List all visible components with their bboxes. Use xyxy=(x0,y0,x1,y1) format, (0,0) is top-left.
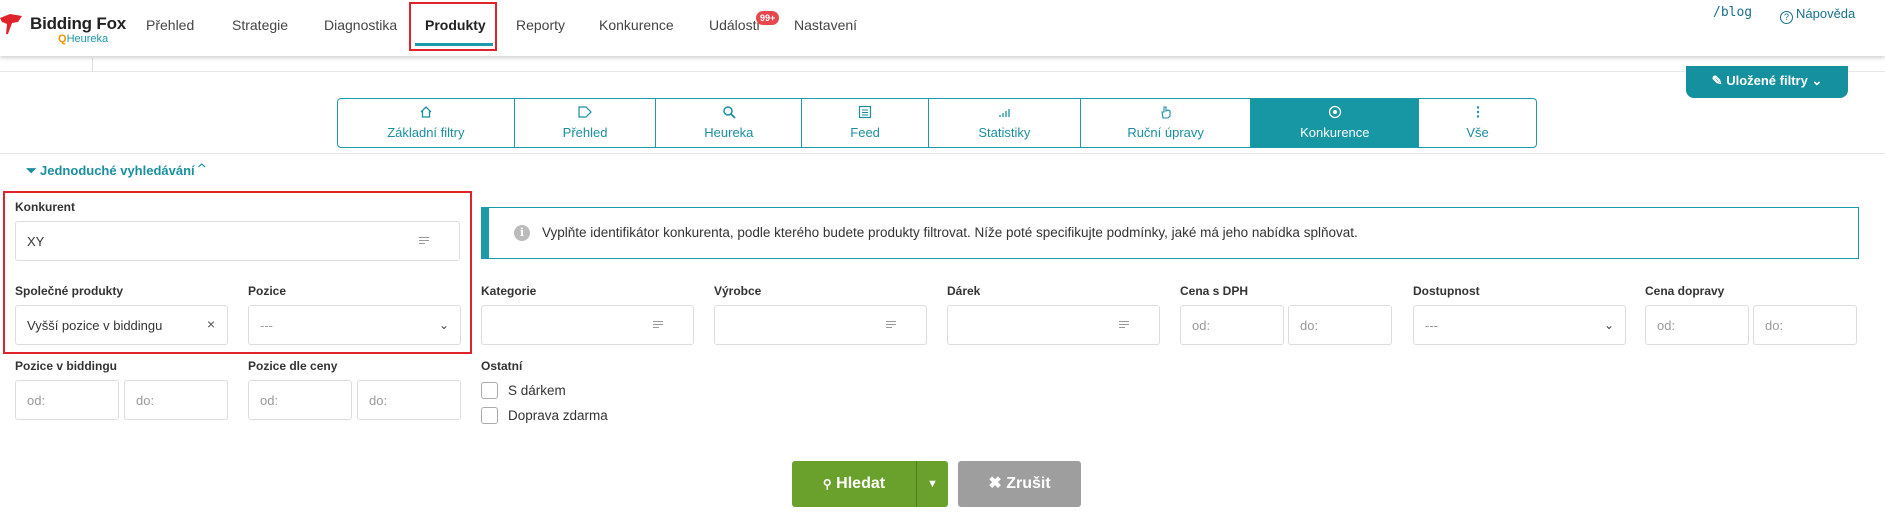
saved-filters-button[interactable]: ✎ Uložené filtry ⌄ xyxy=(1686,66,1848,98)
manufacturer-label: Výrobce xyxy=(714,284,762,298)
checkbox-box[interactable] xyxy=(481,407,498,424)
brand-name: Bidding Fox xyxy=(30,14,127,33)
shipping-price-from[interactable]: od: xyxy=(1645,305,1749,345)
tab-konkurence[interactable]: Konkurence xyxy=(1251,99,1420,147)
other-label: Ostatní xyxy=(481,359,523,373)
blog-link[interactable]: /blog xyxy=(1713,5,1752,20)
tab-zakladni-filtry[interactable]: Základní filtry xyxy=(338,99,515,147)
shipping-price-to[interactable]: do: xyxy=(1753,305,1857,345)
search-button[interactable]: ⚲ Hledat xyxy=(792,461,916,507)
common-products-select[interactable]: Vyšší pozice v biddingu × xyxy=(15,305,228,345)
sub-header xyxy=(0,58,1885,72)
price-vat-label: Cena s DPH xyxy=(1180,284,1249,298)
position-label: Pozice xyxy=(248,284,287,298)
pencil-icon: ✎ xyxy=(1711,73,1723,88)
availability-select[interactable]: --- ⌄ xyxy=(1413,305,1626,345)
heureka-icon: Q xyxy=(58,33,67,45)
tab-rucni-upravy[interactable]: Ruční úpravy xyxy=(1081,99,1252,147)
active-nav-underline xyxy=(415,43,493,46)
sub-header-divider xyxy=(92,58,93,72)
section-divider xyxy=(0,153,1885,154)
nav-item-prehled[interactable]: Přehled xyxy=(146,17,194,33)
nav-item-konkurence[interactable]: Konkurence xyxy=(599,17,674,33)
position-select[interactable]: --- ⌄ xyxy=(248,305,461,345)
bidding-position-to[interactable]: do: xyxy=(124,380,228,420)
bidding-position-from[interactable]: od: xyxy=(15,380,119,420)
common-products-label: Společné produkty xyxy=(15,284,124,298)
nav-item-diagnostika[interactable]: Diagnostika xyxy=(324,17,397,33)
price-vat-from[interactable]: od: xyxy=(1180,305,1284,345)
competitor-input[interactable]: XY xyxy=(15,221,460,261)
tab-prehled[interactable]: Přehled xyxy=(515,99,657,147)
nav-item-reporty[interactable]: Reporty xyxy=(516,17,565,33)
info-message: i Vyplňte identifikátor konkurenta, podl… xyxy=(481,207,1859,259)
competitor-label: Konkurent xyxy=(15,200,75,214)
list-lines-icon xyxy=(653,321,663,330)
gift-input[interactable] xyxy=(947,305,1160,345)
price-position-to[interactable]: do: xyxy=(357,380,461,420)
tag-icon xyxy=(515,105,656,121)
info-icon: i xyxy=(514,225,530,241)
nav-item-strategie[interactable]: Strategie xyxy=(232,17,288,33)
caret-down-icon: ▼ xyxy=(927,478,938,490)
competition-icon xyxy=(1251,105,1418,121)
clear-icon[interactable]: × xyxy=(207,316,215,332)
chevron-down-icon: ⌄ xyxy=(1811,73,1823,88)
search-icon: ⚲ xyxy=(822,477,832,491)
chevron-up-icon: ⌃ xyxy=(198,163,206,178)
home-icon xyxy=(338,105,514,121)
checkbox-box[interactable] xyxy=(481,382,498,399)
with-gift-checkbox[interactable]: S dárkem xyxy=(481,382,566,399)
availability-label: Dostupnost xyxy=(1413,284,1480,298)
nav-item-nastaveni[interactable]: Nastavení xyxy=(794,17,857,33)
search-options-dropdown[interactable]: ▼ xyxy=(916,461,948,507)
dots-vertical-icon xyxy=(1419,105,1536,121)
bidding-fox-logo[interactable]: Bidding Fox QHeureka xyxy=(0,12,130,48)
manufacturer-input[interactable] xyxy=(714,305,927,345)
chevron-down-icon: ⌄ xyxy=(438,318,449,332)
list-icon xyxy=(802,105,928,121)
price-position-label: Pozice dle ceny xyxy=(248,359,338,373)
filter-tabs: Základní filtry Přehled Heureka Feed Sta… xyxy=(337,98,1537,148)
fox-logo-icon xyxy=(0,14,22,34)
filter-icon: ⏷ xyxy=(26,163,37,178)
bidding-position-label: Pozice v biddingu xyxy=(15,359,118,373)
hand-icon xyxy=(1081,105,1251,121)
category-input[interactable] xyxy=(481,305,694,345)
question-icon: ? xyxy=(1780,11,1793,24)
list-lines-icon xyxy=(886,321,896,330)
close-icon: ✖ xyxy=(988,475,1002,492)
tab-heureka[interactable]: Heureka xyxy=(656,99,803,147)
sub-brand: QHeureka xyxy=(58,33,109,45)
search-zoom-icon xyxy=(656,105,801,121)
help-link[interactable]: ? Nápověda xyxy=(1780,6,1855,24)
top-navigation: Bidding Fox QHeureka Přehled Strategie D… xyxy=(0,0,1885,56)
list-lines-icon xyxy=(1119,321,1129,330)
cancel-button[interactable]: ✖ Zrušit xyxy=(958,461,1081,507)
chevron-down-icon: ⌄ xyxy=(1603,318,1614,332)
tab-feed[interactable]: Feed xyxy=(802,99,929,147)
gift-label: Dárek xyxy=(947,284,981,298)
simple-search-toggle[interactable]: ⏷ Jednoduché vyhledávání ⌃ xyxy=(26,163,205,179)
events-badge: 99+ xyxy=(756,11,780,25)
free-shipping-checkbox[interactable]: Doprava zdarma xyxy=(481,407,608,424)
bars-icon xyxy=(929,105,1080,121)
tab-statistiky[interactable]: Statistiky xyxy=(929,99,1081,147)
list-lines-icon xyxy=(419,237,429,246)
nav-item-udalosti[interactable]: Události xyxy=(709,17,760,33)
tab-vse[interactable]: Vše xyxy=(1419,99,1536,147)
price-position-from[interactable]: od: xyxy=(248,380,352,420)
price-vat-to[interactable]: do: xyxy=(1288,305,1392,345)
category-label: Kategorie xyxy=(481,284,537,298)
shipping-price-label: Cena dopravy xyxy=(1645,284,1725,298)
